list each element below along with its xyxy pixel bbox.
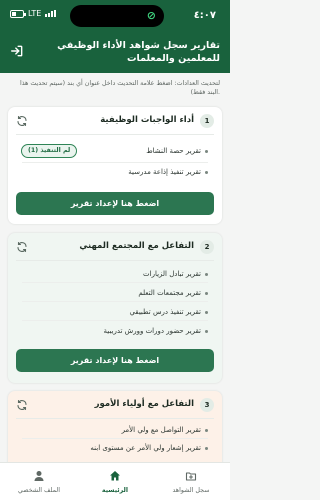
dynamic-island: ⊘ bbox=[70, 5, 164, 27]
home-icon bbox=[110, 471, 120, 481]
app-header: تقارير سجل شواهد الأداء الوظيفي للمعلمين… bbox=[0, 34, 230, 73]
report-item[interactable]: تقرير تبادل الزيارات bbox=[143, 270, 208, 278]
card-header: 3 التفاعل مع أولياء الأمور bbox=[8, 391, 222, 419]
refresh-hint: لتحديث العدادات: اضغط علامة التحديث داخل… bbox=[19, 80, 220, 96]
network-label: LTE bbox=[28, 9, 42, 18]
prepare-report-button[interactable]: اضغط هنا لإعداد تقرير bbox=[16, 192, 214, 215]
card-header: 2 التفاعل مع المجتمع المهني bbox=[8, 233, 222, 261]
section-card-3: 3 التفاعل مع أولياء الأمور تقرير التواصل… bbox=[8, 391, 222, 471]
report-item[interactable]: تقرير حضور دورات وورش تدريبية bbox=[104, 327, 208, 335]
prepare-report-button[interactable]: اضغط هنا لإعداد تقرير bbox=[16, 349, 214, 372]
battery-icon bbox=[10, 9, 26, 18]
report-item[interactable]: تقرير تنفيذ درس تطبيقي bbox=[129, 308, 208, 316]
section-number: 1 bbox=[200, 114, 214, 128]
refresh-icon[interactable] bbox=[16, 115, 28, 127]
nav-evidence-log[interactable]: سجل الشواهد bbox=[156, 463, 226, 500]
page-title: تقارير سجل شواهد الأداء الوظيفي للمعلمين… bbox=[57, 40, 220, 64]
section-card-1: 1 أداء الواجبات الوظيفية تقرير حصة النشا… bbox=[8, 107, 222, 224]
nav-label: الرئيسية bbox=[101, 487, 129, 494]
section-number: 2 bbox=[200, 240, 214, 254]
report-item[interactable]: تقرير تنفيذ إذاعة مدرسية bbox=[128, 168, 208, 176]
status-badge: لم التنفيذ (1) bbox=[21, 144, 78, 158]
section-title: التفاعل مع أولياء الأمور bbox=[94, 399, 194, 409]
report-item[interactable]: تقرير إشعار ولي الأمر عن مستوى ابنه bbox=[90, 444, 208, 452]
section-card-2: 2 التفاعل مع المجتمع المهني تقرير تبادل … bbox=[8, 233, 222, 383]
nav-label: الملف الشخصي bbox=[18, 487, 60, 494]
status-bar: ٤:٠٧ ⊘ LTE bbox=[0, 0, 230, 34]
status-time: ٤:٠٧ bbox=[193, 10, 216, 21]
person-icon bbox=[34, 471, 44, 481]
status-indicators: LTE bbox=[10, 9, 57, 18]
nav-label: سجل الشواهد bbox=[172, 487, 210, 494]
logout-icon[interactable] bbox=[10, 44, 24, 58]
card-header: 1 أداء الواجبات الوظيفية bbox=[8, 107, 222, 135]
refresh-icon[interactable] bbox=[16, 399, 28, 411]
section-title: التفاعل مع المجتمع المهني bbox=[79, 241, 194, 251]
report-item[interactable]: تقرير مجتمعات التعلم bbox=[138, 289, 208, 297]
link-icon: ⊘ bbox=[146, 9, 156, 22]
section-number: 3 bbox=[200, 398, 214, 412]
nav-profile[interactable]: الملف الشخصي bbox=[4, 463, 74, 500]
report-item[interactable]: تقرير التواصل مع ولي الأمر bbox=[122, 426, 208, 434]
nav-home[interactable]: الرئيسية bbox=[80, 463, 150, 500]
section-title: أداء الواجبات الوظيفية bbox=[100, 115, 194, 125]
bottom-nav: الملف الشخصي الرئيسية سجل الشواهد bbox=[0, 462, 230, 500]
report-item[interactable]: تقرير حصة النشاط bbox=[146, 147, 208, 155]
folder-add-icon bbox=[185, 472, 197, 481]
signal-icon bbox=[45, 10, 57, 17]
refresh-icon[interactable] bbox=[16, 241, 28, 253]
